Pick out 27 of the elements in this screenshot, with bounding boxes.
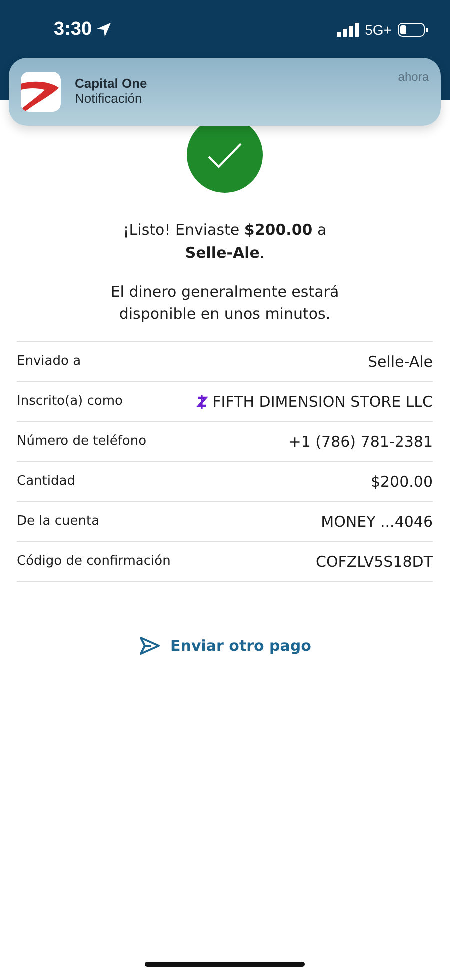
detail-label: Cantidad	[17, 474, 76, 489]
network-label: 5G+	[365, 22, 392, 38]
signal-icon	[337, 23, 360, 37]
detail-value: MONEY ...4046	[321, 512, 433, 530]
zelle-icon	[196, 394, 208, 408]
detail-value: +1 (786) 781-2381	[288, 432, 433, 450]
notification-app-name: Capital One	[75, 76, 148, 91]
detail-value: FIFTH DIMENSION STORE LLC	[212, 392, 433, 410]
detail-value: $200.00	[370, 472, 433, 490]
send-icon	[138, 636, 161, 656]
app-icon	[21, 72, 61, 112]
send-another-payment-button[interactable]: Enviar otro pago	[134, 632, 316, 660]
status-time: 3:30	[54, 19, 92, 41]
notification-time: ahora	[398, 70, 429, 84]
detail-label: Inscrito(a) como	[17, 394, 124, 409]
detail-value: COFZLV5S18DT	[316, 552, 433, 570]
detail-label: Enviado a	[17, 354, 82, 369]
detail-value: Selle-Ale	[368, 352, 433, 370]
confirmation-title: ¡Listo! Enviaste $200.00 a Selle-Ale.	[122, 220, 328, 264]
confirmation-message: El dinero generalmente estará disponible en unos minutos.	[110, 282, 340, 325]
detail-label: De la cuenta	[17, 514, 101, 529]
detail-label: Número de teléfono	[17, 434, 148, 449]
notification-text: Notificación	[75, 91, 144, 106]
location-arrow-icon	[96, 22, 112, 38]
notification-banner[interactable]: Capital One Notificación ahora	[9, 58, 441, 126]
detail-label: Código de confirmación	[17, 554, 172, 569]
battery-icon	[398, 23, 428, 37]
